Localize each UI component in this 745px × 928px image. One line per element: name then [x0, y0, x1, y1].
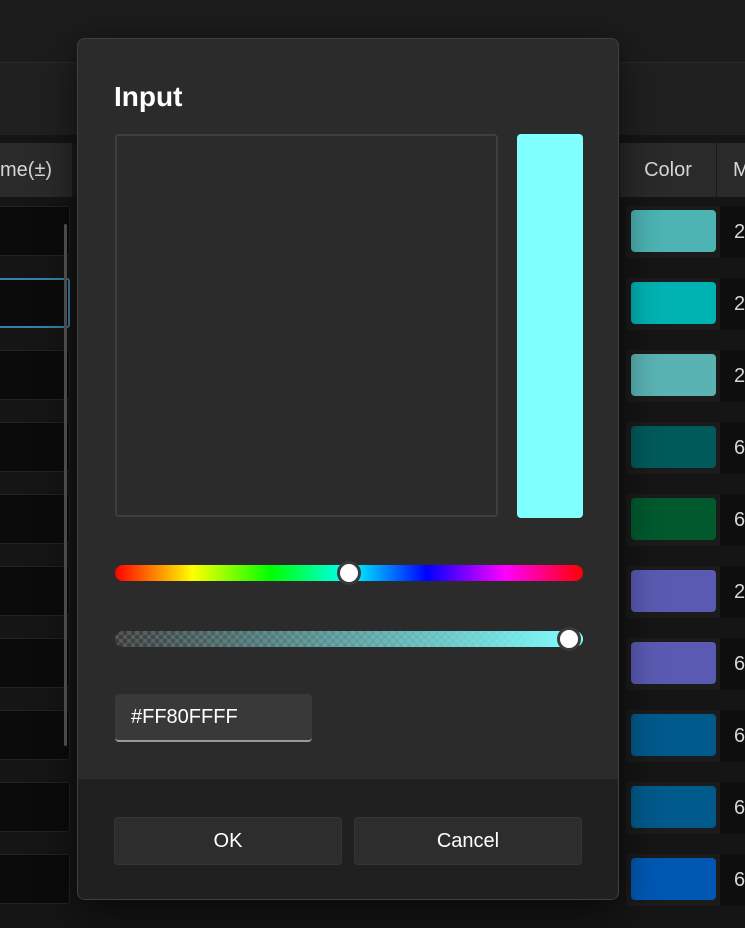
name-cell-input[interactable] [0, 494, 70, 544]
name-cell-input[interactable] [0, 854, 70, 904]
ok-button[interactable]: OK [114, 817, 342, 865]
color-swatch[interactable] [631, 354, 716, 396]
name-cell-input[interactable] [0, 350, 70, 400]
color-swatch[interactable] [631, 570, 716, 612]
color-swatch[interactable] [631, 714, 716, 756]
color-swatch[interactable] [631, 786, 716, 828]
alpha-slider[interactable] [115, 631, 583, 647]
color-preview [517, 134, 583, 518]
cancel-button[interactable]: Cancel [354, 817, 582, 865]
alpha-slider-thumb[interactable] [556, 627, 581, 651]
column-header-color[interactable]: Color [620, 143, 716, 197]
dialog-title: Input [114, 81, 183, 112]
m-cell: 6 [720, 638, 745, 690]
color-swatch[interactable] [631, 642, 716, 684]
m-cell: 6 [720, 854, 745, 906]
name-cell-input[interactable] [0, 782, 70, 832]
m-cell: 6 [720, 782, 745, 834]
column-header-m[interactable]: M [717, 143, 745, 197]
color-swatch[interactable] [631, 858, 716, 900]
name-cell-input[interactable] [0, 710, 70, 760]
m-cell: 2 [720, 350, 745, 402]
name-cell-input[interactable] [0, 566, 70, 616]
m-cell: 2 [720, 278, 745, 330]
color-swatch[interactable] [631, 210, 716, 252]
color-spectrum[interactable] [115, 134, 498, 517]
vertical-scrollbar[interactable] [64, 224, 67, 746]
m-cell: 2 [720, 566, 745, 618]
m-cell: 6 [720, 710, 745, 762]
color-swatch[interactable] [631, 282, 716, 324]
name-cell-input[interactable] [0, 422, 70, 472]
hue-slider[interactable] [115, 561, 583, 585]
m-cell: 6 [720, 422, 745, 474]
color-swatch[interactable] [631, 498, 716, 540]
name-cell-input[interactable] [0, 206, 70, 256]
column-header-name[interactable]: me(±) [0, 143, 72, 197]
m-cell: 6 [720, 494, 745, 546]
name-cell-input[interactable] [0, 278, 70, 328]
hue-slider-thumb[interactable] [337, 561, 361, 585]
name-cell-input[interactable] [0, 638, 70, 688]
hex-input[interactable]: #FF80FFFF [115, 694, 312, 742]
alpha-gradient [115, 631, 583, 647]
color-picker-dialog: Input #FF80FFFF OK Cancel [77, 38, 619, 900]
color-swatch[interactable] [631, 426, 716, 468]
dialog-footer: OK Cancel [78, 779, 618, 899]
m-cell: 2 [720, 206, 745, 258]
